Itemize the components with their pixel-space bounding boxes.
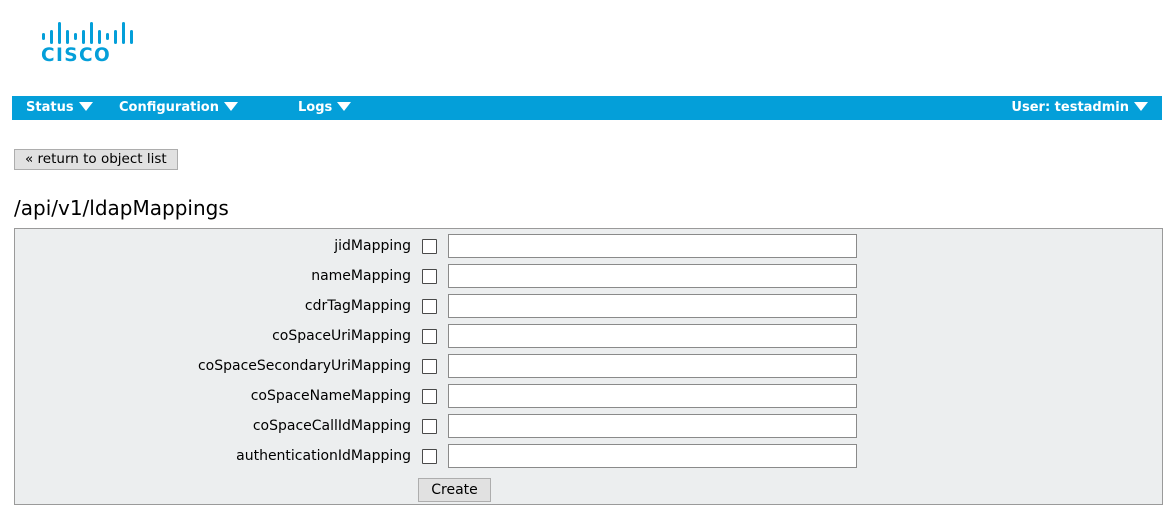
nav-menu-status-label: Status [26,100,74,115]
field-enable-checkbox[interactable] [422,359,437,374]
form-row-cospace-name-mapping: coSpaceNameMapping [15,384,1162,414]
triangle-down-icon [1134,102,1148,111]
cisco-logo-text: CISCO [41,45,112,66]
triangle-down-icon [78,102,93,111]
create-button[interactable]: Create [418,478,491,502]
triangle-down-icon [337,102,352,111]
form-row-name-mapping: nameMapping [15,264,1162,294]
field-label: authenticationIdMapping [236,448,411,464]
form-row-authentication-id-mapping: authenticationIdMapping [15,444,1162,474]
cospace-call-id-mapping-input[interactable] [448,414,857,438]
field-label: cdrTagMapping [304,298,411,314]
top-navigation-bar: Status Configuration Logs User: testadmi… [12,96,1162,120]
return-to-object-list-button[interactable]: « return to object list [14,149,178,170]
nav-menu-user[interactable]: User: testadmin [1011,96,1148,120]
form-row-jid-mapping: jidMapping [15,234,1162,264]
field-enable-checkbox[interactable] [422,269,437,284]
field-label: coSpaceNameMapping [250,388,411,404]
cospace-name-mapping-input[interactable] [448,384,857,408]
field-enable-checkbox[interactable] [422,419,437,434]
form-row-cospace-secondary-uri-mapping: coSpaceSecondaryUriMapping [15,354,1162,384]
nav-menu-configuration-label: Configuration [119,100,219,115]
ldap-mapping-form: jidMapping nameMapping cdrTagMapping coS… [14,228,1163,505]
cospace-uri-mapping-input[interactable] [448,324,857,348]
name-mapping-input[interactable] [448,264,857,288]
authentication-id-mapping-input[interactable] [448,444,857,468]
jid-mapping-input[interactable] [448,234,857,258]
field-label: jidMapping [334,238,411,254]
field-enable-checkbox[interactable] [422,299,437,314]
field-label: coSpaceUriMapping [272,328,411,344]
field-label: coSpaceCallIdMapping [252,418,411,434]
form-row-cospace-uri-mapping: coSpaceUriMapping [15,324,1162,354]
cisco-logo: CISCO [40,14,150,74]
form-row-cospace-call-id-mapping: coSpaceCallIdMapping [15,414,1162,444]
nav-menu-logs[interactable]: Logs [298,96,352,120]
form-row-cdr-tag-mapping: cdrTagMapping [15,294,1162,324]
field-label: nameMapping [311,268,411,284]
field-enable-checkbox[interactable] [422,449,437,464]
field-label: coSpaceSecondaryUriMapping [197,358,411,374]
nav-menu-logs-label: Logs [298,100,333,115]
cisco-logo-bars-icon [40,14,150,44]
cdr-tag-mapping-input[interactable] [448,294,857,318]
nav-menu-configuration[interactable]: Configuration [119,96,238,120]
nav-menu-user-label: User: testadmin [1011,100,1129,115]
triangle-down-icon [223,102,238,111]
cospace-secondary-uri-mapping-input[interactable] [448,354,857,378]
field-enable-checkbox[interactable] [422,239,437,254]
nav-menu-status[interactable]: Status [26,96,93,120]
field-enable-checkbox[interactable] [422,389,437,404]
page-title: /api/v1/ldapMappings [14,196,229,220]
field-enable-checkbox[interactable] [422,329,437,344]
